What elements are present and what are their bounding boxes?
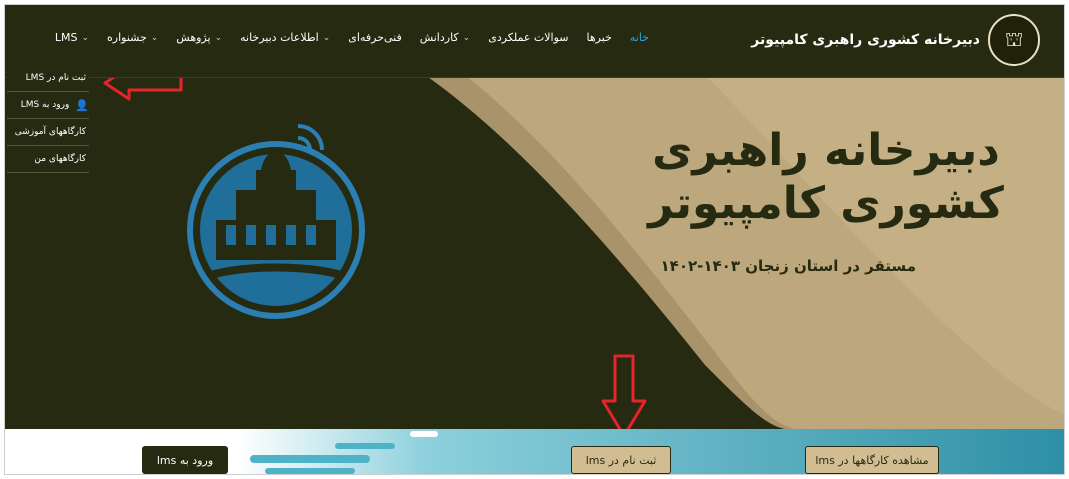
chevron-down-icon: ⌄ (81, 32, 89, 43)
hero-subtitle: مستقر در استان زنجان ۱۴۰۳-۱۴۰۲ (660, 257, 916, 275)
nav-item-2[interactable]: سوالات عملکردی (488, 31, 568, 44)
lms-dropdown-item-workshops[interactable]: کارگاههای آموزشی (7, 119, 89, 146)
hero-title: دبیرخانه راهبری کشوری کامپیوتر (648, 125, 1004, 229)
brand-logo-icon: ⛫ (988, 14, 1040, 66)
lms-dropdown-item-register[interactable]: ثبت نام در LMS (7, 65, 89, 92)
nav-item-label: کاردانش (419, 31, 459, 44)
nav-item-label: LMS (54, 31, 78, 44)
nav-item-6[interactable]: پژوهش ⌄ (176, 31, 222, 44)
page-frame: ⛫ دبیرخانه کشوری راهبری کامپیوتر خانه خبر… (4, 4, 1065, 475)
nav-item-label: اطلاعات دبیرخانه (240, 31, 319, 44)
view-workshops-button[interactable]: مشاهده کارگاهها در lms (805, 446, 939, 474)
main-menu: خانه خبرها سوالات عملکردی کاردانش ⌄ فنی‌حرفه‌… (55, 31, 649, 44)
nav-item-1[interactable]: خبرها (587, 31, 612, 44)
nav-item-label: جشنواره (107, 31, 147, 44)
nav-item-4[interactable]: فنی‌حرفه‌ای (348, 31, 401, 44)
nav-item-0[interactable]: خانه (630, 31, 649, 44)
lms-dropdown-label: ورود به LMS (20, 100, 70, 110)
chevron-down-icon: ⌄ (150, 32, 159, 43)
nav-item-label: خانه (629, 31, 649, 44)
nav-item-8[interactable]: LMS ⌄ (55, 31, 89, 44)
lms-dropdown-label: کارگاههای آموزشی (14, 127, 86, 137)
nav-item-7[interactable]: جشنواره ⌄ (107, 31, 158, 44)
cta-strip: ورود به lms ثبت نام در lms مشاهده کارگاه… (5, 429, 1064, 474)
lms-dropdown-menu: ثبت نام در LMS 👤 ورود به LMS کارگاههای آ… (7, 65, 89, 173)
nav-item-label: خبرها (586, 31, 612, 44)
nav-item-3[interactable]: کاردانش ⌄ (420, 31, 471, 44)
brand-title: دبیرخانه کشوری راهبری کامپیوتر (751, 32, 980, 48)
lms-dropdown-label: کارگاههای من (34, 154, 86, 164)
nav-item-label: سوالات عملکردی (488, 31, 569, 44)
chevron-down-icon: ⌄ (462, 32, 471, 43)
nav-item-label: پژوهش (176, 31, 211, 44)
lms-dropdown-item-my-workshops[interactable]: کارگاههای من (7, 146, 89, 173)
register-lms-button[interactable]: ثبت نام در lms (571, 446, 671, 474)
top-navbar: ⛫ دبیرخانه کشوری راهبری کامپیوتر خانه خبر… (5, 5, 1064, 78)
nav-item-5[interactable]: اطلاعات دبیرخانه ⌄ (240, 31, 330, 44)
lms-dropdown-item-login[interactable]: 👤 ورود به LMS (7, 92, 89, 119)
nav-item-label: فنی‌حرفه‌ای (348, 31, 402, 44)
chevron-down-icon: ⌄ (322, 32, 331, 43)
user-icon: 👤 (75, 98, 89, 112)
login-lms-button[interactable]: ورود به lms (142, 446, 228, 474)
lms-dropdown-label: ثبت نام در LMS (25, 73, 86, 83)
brand[interactable]: ⛫ دبیرخانه کشوری راهبری کامپیوتر (751, 14, 1040, 66)
chevron-down-icon: ⌄ (214, 32, 223, 43)
